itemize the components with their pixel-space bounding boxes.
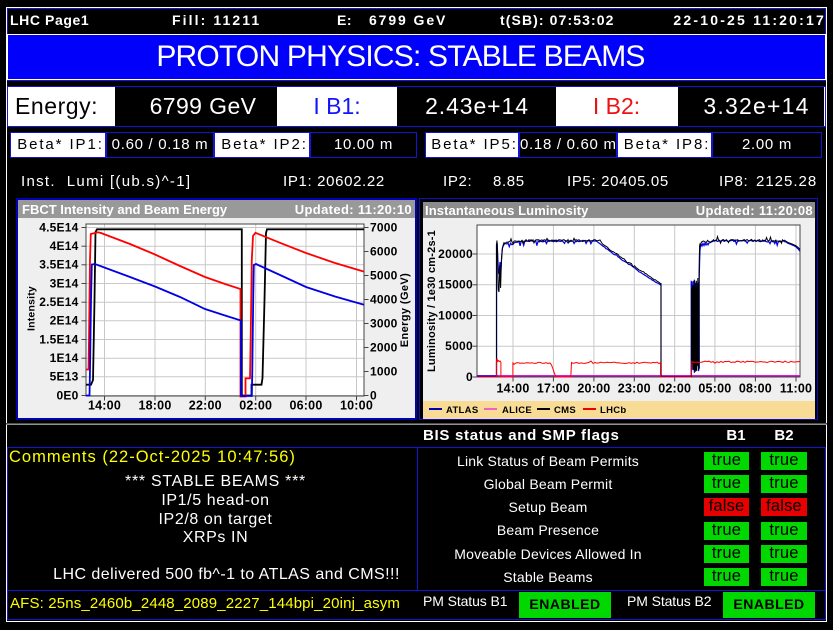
svg-text:Luminosity / 1e30 cm-2s-1: Luminosity / 1e30 cm-2s-1: [426, 230, 438, 372]
svg-text:06:00: 06:00: [290, 399, 323, 413]
svg-text:5000: 5000: [370, 268, 398, 282]
svg-text:4.5E14: 4.5E14: [39, 220, 78, 234]
svg-text:3.5E14: 3.5E14: [39, 258, 78, 272]
svg-text:2.5E14: 2.5E14: [39, 295, 78, 309]
svg-text:3E14: 3E14: [50, 276, 79, 290]
svg-text:17:00: 17:00: [537, 382, 570, 396]
svg-text:14:00: 14:00: [88, 399, 121, 413]
svg-text:0E0: 0E0: [57, 388, 79, 402]
svg-text:18:00: 18:00: [139, 399, 172, 413]
svg-text:1000: 1000: [370, 364, 398, 378]
svg-text:05:00: 05:00: [698, 382, 731, 396]
svg-text:10:00: 10:00: [340, 399, 373, 413]
svg-text:0: 0: [466, 370, 473, 384]
svg-text:5E13: 5E13: [50, 370, 79, 384]
svg-text:10000: 10000: [438, 308, 473, 322]
svg-text:Intensity: Intensity: [26, 286, 38, 331]
svg-text:3000: 3000: [370, 316, 398, 330]
svg-text:6000: 6000: [370, 244, 398, 258]
svg-text:5000: 5000: [445, 339, 473, 353]
svg-text:02:00: 02:00: [658, 382, 691, 396]
svg-text:2E14: 2E14: [50, 314, 79, 328]
svg-text:15000: 15000: [438, 278, 473, 292]
svg-text:22:00: 22:00: [189, 399, 222, 413]
svg-text:1E14: 1E14: [50, 351, 79, 365]
svg-text:4000: 4000: [370, 292, 398, 306]
svg-text:02:00: 02:00: [239, 399, 272, 413]
svg-text:14:00: 14:00: [497, 382, 530, 396]
svg-text:08:00: 08:00: [739, 382, 772, 396]
svg-text:20:00: 20:00: [577, 382, 610, 396]
svg-text:4E14: 4E14: [50, 239, 79, 253]
svg-text:Energy (GeV): Energy (GeV): [399, 273, 411, 348]
svg-text:1.5E14: 1.5E14: [39, 332, 78, 346]
svg-text:20000: 20000: [438, 247, 473, 261]
svg-text:11:00: 11:00: [780, 382, 812, 396]
svg-text:23:00: 23:00: [618, 382, 651, 396]
svg-text:7000: 7000: [370, 220, 398, 234]
svg-text:2000: 2000: [370, 340, 398, 354]
